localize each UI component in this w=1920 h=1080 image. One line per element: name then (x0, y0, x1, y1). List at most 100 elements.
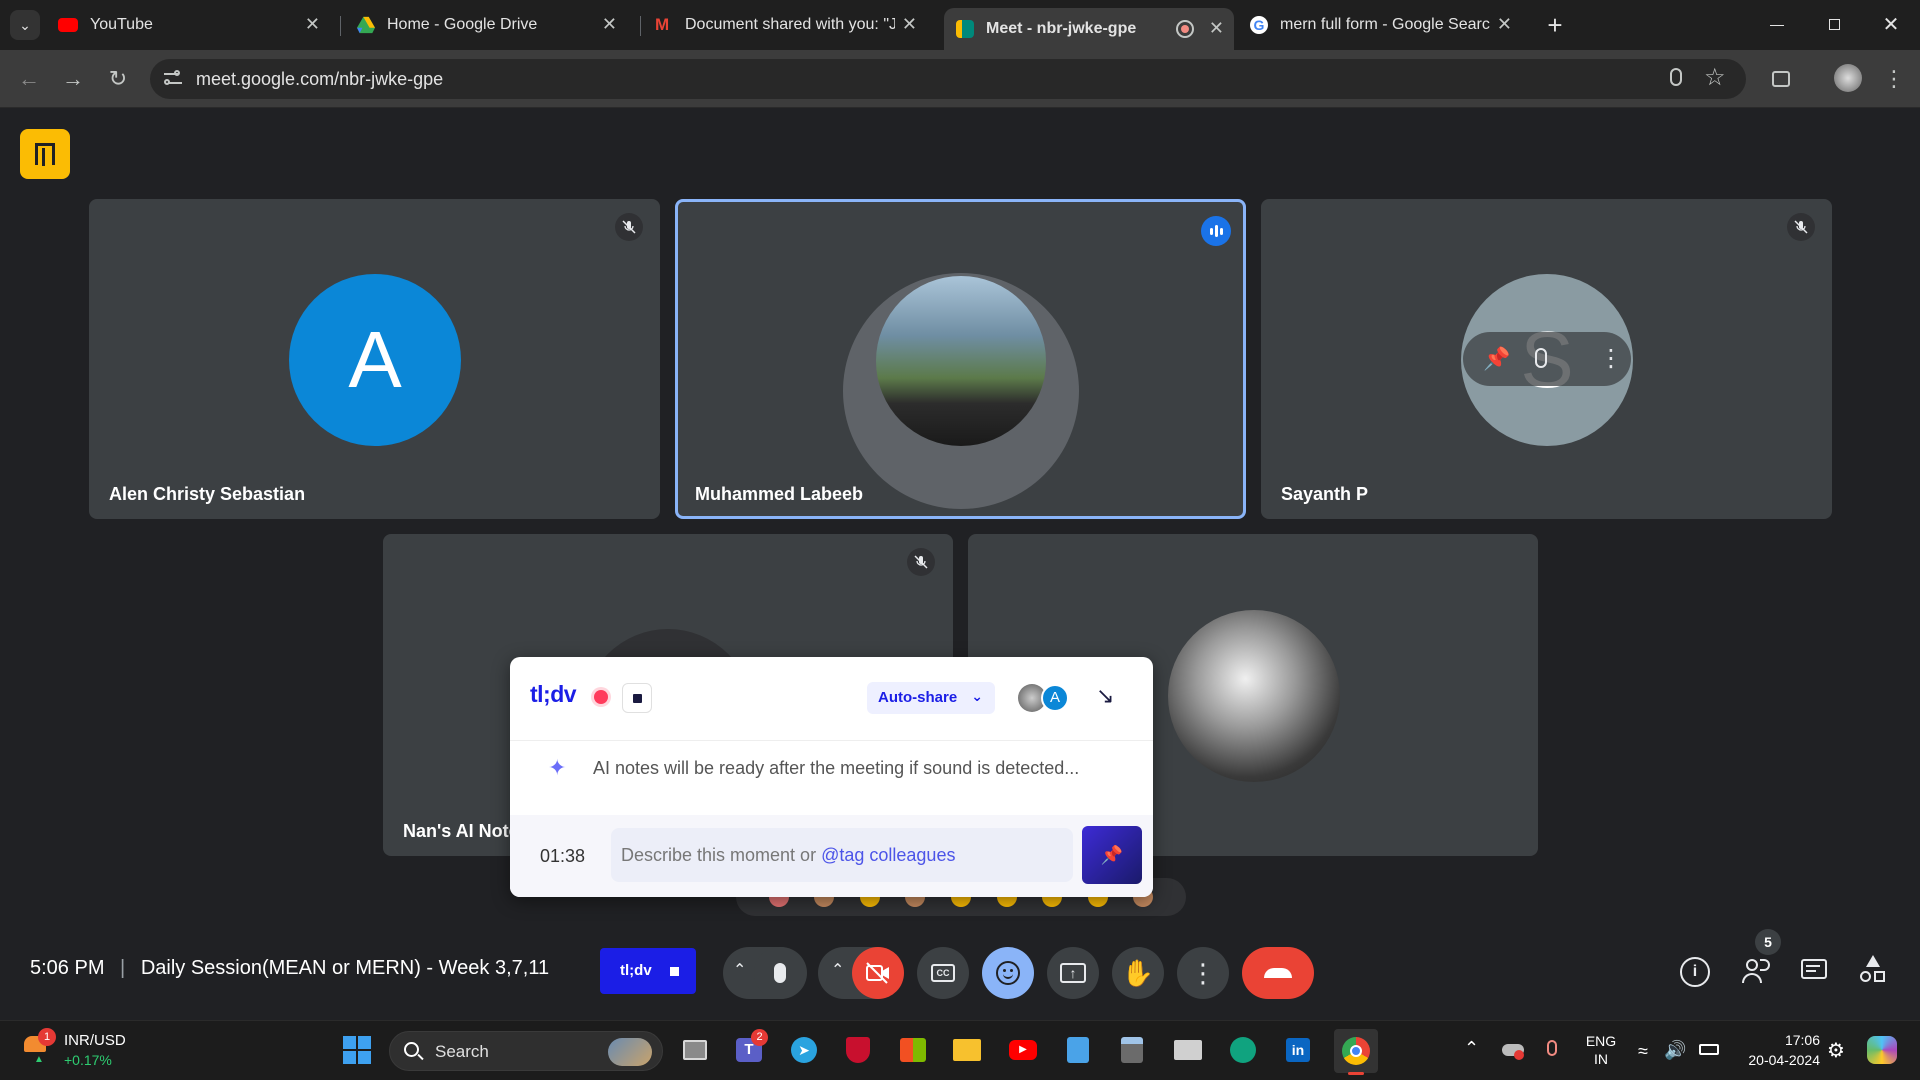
taskbar-search-box[interactable]: Search (389, 1031, 663, 1071)
search-label: Search (435, 1042, 489, 1061)
tldv-toolbar-button[interactable]: tl;dv (600, 948, 696, 994)
new-tab-button[interactable]: + (1540, 10, 1570, 40)
arrow-right-icon: → (62, 66, 84, 91)
close-icon[interactable]: ✕ (1497, 14, 1512, 35)
sparkle-icon: ✦ (548, 755, 567, 780)
settings-gear-icon[interactable]: ⚙ (1827, 1038, 1845, 1063)
participant-tile[interactable]: A Alen Christy Sebastian (89, 199, 660, 519)
audio-options-chevron-icon[interactable]: ⌃ (733, 960, 746, 980)
ticker-change: +0.17% (64, 1052, 112, 1068)
windows-logo-icon (343, 1036, 371, 1064)
wifi-icon[interactable]: ≈ (1638, 1041, 1648, 1062)
tab-search-button[interactable]: ⌄ (10, 10, 40, 40)
emoji-reactions-button[interactable] (982, 947, 1034, 999)
url-text: meet.google.com/nbr-jwke-gpe (196, 69, 444, 89)
tab-google-search[interactable]: G mern full form - Google Search ✕ (1250, 8, 1522, 42)
teams-badge: 2 (751, 1029, 768, 1046)
microphone-button[interactable] (754, 947, 806, 999)
tldv-sidebar-button[interactable] (20, 129, 70, 179)
chat-button[interactable] (1799, 957, 1829, 985)
camera-button[interactable] (852, 947, 904, 999)
battery-icon[interactable] (1699, 1044, 1719, 1055)
taskbar-store[interactable] (896, 1033, 930, 1067)
star-icon[interactable]: ☆ (1704, 63, 1726, 92)
taskbar-youtube[interactable]: ▶ (1006, 1033, 1040, 1067)
show-hidden-icons-chevron[interactable]: ⌃ (1464, 1038, 1479, 1059)
more-vert-icon[interactable]: ⋮ (1599, 344, 1623, 373)
participant-tile[interactable]: S 📌 ⋮ Sayanth P (1261, 199, 1832, 519)
close-icon[interactable]: ✕ (305, 14, 320, 35)
restore-button[interactable] (1820, 12, 1850, 38)
pin-sparkle-icon: 📌 (1100, 844, 1124, 865)
chrome-menu-button[interactable]: ⋮ (1880, 64, 1908, 94)
pin-icon[interactable]: 📌 (1483, 346, 1510, 372)
taskbar-chrome[interactable] (1334, 1029, 1378, 1073)
participant-tile-active[interactable]: Muhammed Labeeb (675, 199, 1246, 519)
captions-button[interactable]: CC (917, 947, 969, 999)
more-options-button[interactable]: ⋮ (1177, 947, 1229, 999)
tab-meet[interactable]: Meet - nbr-jwke-gpe ✕ (944, 8, 1234, 50)
leave-call-button[interactable] (1242, 947, 1314, 999)
autoshare-dropdown[interactable]: Auto-share ⌄ (867, 682, 995, 714)
language-indicator[interactable]: ENG IN (1585, 1032, 1617, 1068)
site-settings-icon[interactable] (164, 70, 182, 88)
more-vert-icon: ⋮ (1883, 66, 1905, 91)
tab-youtube[interactable]: YouTube ✕ (58, 8, 330, 42)
address-bar[interactable]: meet.google.com/nbr-jwke-gpe ☆ (150, 59, 1746, 99)
people-button[interactable] (1740, 955, 1776, 989)
raise-hand-button[interactable]: ✋ (1112, 947, 1164, 999)
tab-gmail[interactable]: M Document shared with you: "Ja ✕ (655, 8, 927, 42)
add-moment-button[interactable]: 📌 (1082, 826, 1142, 884)
moment-input[interactable]: Describe this moment or @tag colleagues (611, 828, 1073, 882)
present-screen-button[interactable]: ↑ (1047, 947, 1099, 999)
start-button[interactable] (340, 1033, 374, 1067)
tab-google-drive[interactable]: Home - Google Drive ✕ (357, 8, 627, 42)
tab-title: Document shared with you: "Ja (685, 16, 895, 33)
chrome-icon (1342, 1037, 1370, 1065)
activities-button[interactable] (1858, 955, 1888, 987)
ticker-label: INR/USD (64, 1032, 126, 1049)
browser-tab-bar: ⌄ YouTube ✕ Home - Google Drive ✕ M Docu… (0, 0, 1920, 50)
video-options-chevron-icon[interactable]: ⌃ (831, 960, 844, 980)
minimize-button[interactable] (1762, 12, 1792, 38)
meeting-details-button[interactable]: i (1680, 957, 1710, 987)
reload-button[interactable]: ↻ (103, 64, 133, 94)
taskbar-file-explorer[interactable] (950, 1033, 984, 1067)
forward-button[interactable]: → (58, 64, 88, 94)
close-icon[interactable]: ✕ (602, 14, 617, 35)
system-clock[interactable]: 17:06 20-04-2024 (1730, 1030, 1820, 1070)
task-view-button[interactable] (678, 1033, 712, 1067)
stop-recording-button[interactable] (622, 683, 652, 713)
collapse-icon[interactable]: ↘ (1096, 683, 1114, 709)
taskbar-notepad[interactable] (1061, 1033, 1095, 1067)
taskbar-mail[interactable] (1171, 1033, 1205, 1067)
language-line-1: ENG (1585, 1033, 1617, 1049)
chevron-down-icon: ⌄ (19, 17, 31, 33)
back-button[interactable]: ← (14, 64, 44, 94)
profile-avatar[interactable] (1834, 64, 1862, 92)
taskbar-linkedin[interactable]: in (1281, 1033, 1315, 1067)
tab-title: Meet - nbr-jwke-gpe (986, 20, 1137, 37)
taskbar-mcafee[interactable] (841, 1033, 875, 1067)
gmail-icon: M (655, 15, 670, 34)
stop-icon (633, 694, 642, 703)
recording-timer: 01:38 (540, 846, 586, 866)
weather-ticker-widget[interactable]: 1 ▲ INR/USD +0.17% (22, 1028, 142, 1072)
taskbar-chatgpt[interactable] (1226, 1033, 1260, 1067)
close-icon[interactable]: ✕ (902, 14, 917, 35)
microphone-icon[interactable] (1670, 68, 1682, 86)
mute-participant-icon[interactable] (1535, 348, 1547, 368)
volume-icon[interactable]: 🔊 (1664, 1040, 1686, 1061)
clock-date: 20-04-2024 (1748, 1052, 1820, 1068)
extensions-button[interactable] (1768, 65, 1796, 93)
copilot-icon[interactable] (1867, 1036, 1897, 1064)
input-placeholder: Describe this moment or (621, 845, 817, 865)
people-icon (1746, 959, 1758, 971)
microphone-tray-icon[interactable] (1547, 1040, 1557, 1056)
ticker-up-icon: ▲ (34, 1054, 44, 1065)
taskbar-telegram[interactable]: ➤ (787, 1033, 821, 1067)
tldv-button-label: tl;dv (620, 962, 652, 979)
taskbar-calculator[interactable] (1115, 1033, 1149, 1067)
close-icon[interactable]: ✕ (1209, 18, 1224, 39)
close-window-button[interactable]: ✕ (1876, 10, 1906, 40)
